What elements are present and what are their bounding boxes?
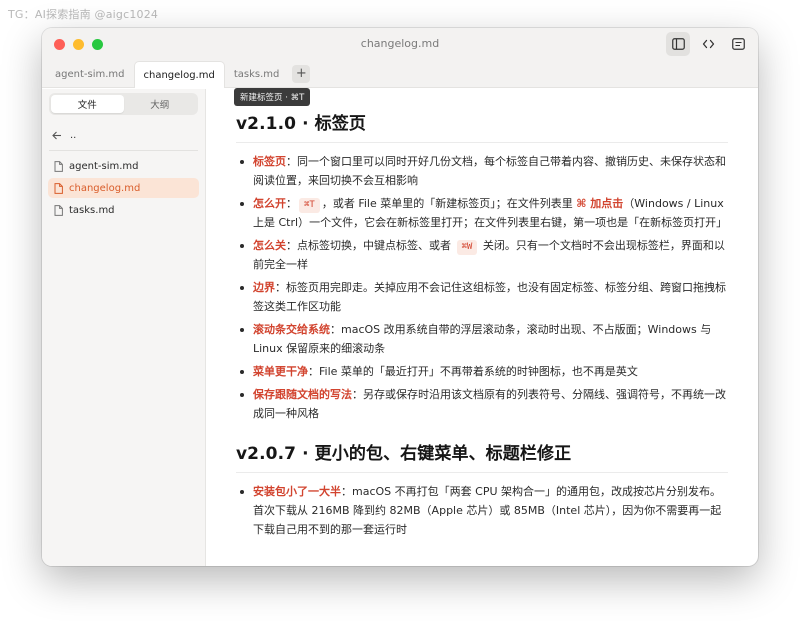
keyword-text: 怎么开 bbox=[253, 197, 286, 210]
zoom-window-button[interactable] bbox=[92, 39, 103, 50]
list-item: 怎么开： ⌘T ，或者 File 菜单里的「新建标签页」；在文件列表里 ⌘ 加点击（… bbox=[236, 194, 728, 232]
list-item: 保存跟随文档的写法：另存或保存时沿用该文档原有的列表符号、分隔线、强调符号，不再… bbox=[236, 385, 728, 423]
keyword-text: ⌘ 加点击 bbox=[576, 197, 624, 210]
new-tab-button[interactable]: + bbox=[292, 65, 311, 83]
shortcut-key: ⌘T bbox=[299, 198, 320, 213]
new-tab-tooltip: 新建标签页 · ⌘T bbox=[234, 88, 311, 106]
segment-outline[interactable]: 大纲 bbox=[124, 95, 197, 113]
tab-changelog[interactable]: changelog.md bbox=[133, 61, 225, 88]
code-view-button[interactable] bbox=[696, 32, 720, 56]
arrow-left-icon bbox=[52, 131, 61, 139]
file-item-label: changelog.md bbox=[69, 182, 141, 194]
body-text: ：标签页用完即走。关掉应用不会记住这组标签，也没有固定标签、标签分组、跨窗口拖拽… bbox=[253, 281, 726, 313]
file-item-agent-sim[interactable]: agent-sim.md bbox=[48, 156, 199, 176]
sidebar-toggle-button[interactable] bbox=[666, 32, 690, 56]
list-item: 滚动条交给系统：macOS 改用系统自带的浮层滚动条，滚动时出现、不占版面；Wi… bbox=[236, 320, 728, 358]
tab-agent-sim[interactable]: agent-sim.md bbox=[46, 61, 134, 87]
section-heading: v2.1.0 · 标签页 bbox=[236, 109, 728, 143]
keyword-text: 边界 bbox=[253, 281, 275, 294]
keyword-text: 安装包小了一大半 bbox=[253, 485, 341, 498]
sidebar: 文件 大纲 .. agent-sim.md changelog.md tasks… bbox=[42, 89, 206, 566]
document-icon bbox=[54, 182, 63, 194]
segment-files[interactable]: 文件 bbox=[51, 95, 124, 113]
body-text: ：点标签切换，中键点标签、或者 bbox=[286, 239, 455, 252]
keyword-text: 保存跟随文档的写法 bbox=[253, 388, 352, 401]
body-text: ：File 菜单的「最近打开」不再带着系统的时钟图标，也不再是英文 bbox=[308, 365, 638, 378]
list-item: 标签页：同一个窗口里可以同时开好几份文档，每个标签自己带着内容、撤销历史、未保存… bbox=[236, 152, 728, 190]
body-text: ： bbox=[286, 197, 297, 210]
minimize-window-button[interactable] bbox=[73, 39, 84, 50]
window-title: changelog.md bbox=[360, 37, 440, 50]
body-text: ，或者 File 菜单里的「新建标签页」；在文件列表里 bbox=[321, 197, 577, 210]
list-item: 边界：标签页用完即走。关掉应用不会记住这组标签，也没有固定标签、标签分组、跨窗口… bbox=[236, 278, 728, 316]
outline-panel-icon bbox=[731, 38, 745, 50]
file-item-changelog[interactable]: changelog.md bbox=[48, 178, 199, 198]
tab-label: tasks.md bbox=[233, 68, 280, 80]
watermark-text: TG：AI探索指南 @aigc1024 bbox=[8, 8, 159, 21]
title-bar: changelog.md bbox=[42, 28, 758, 60]
sidebar-toggle-icon bbox=[671, 38, 685, 50]
sidebar-divider bbox=[49, 150, 198, 151]
document-content[interactable]: v2.1.0 · 标签页 标签页：同一个窗口里可以同时开好几份文档，每个标签自己… bbox=[207, 89, 758, 566]
file-item-label: agent-sim.md bbox=[69, 160, 139, 172]
parent-directory-label: .. bbox=[70, 129, 77, 141]
tab-bar: agent-sim.md changelog.md tasks.md + bbox=[42, 60, 758, 88]
parent-directory-row[interactable]: .. bbox=[50, 125, 197, 145]
list-item: 菜单更干净：File 菜单的「最近打开」不再带着系统的时钟图标，也不再是英文 bbox=[236, 362, 728, 381]
list-item: 怎么关：点标签切换，中键点标签、或者 ⌘W 关闭。只有一个文档时不会出现标签栏，… bbox=[236, 236, 728, 274]
file-item-label: tasks.md bbox=[69, 204, 115, 216]
document-icon bbox=[54, 204, 63, 216]
window-controls bbox=[54, 39, 103, 50]
outline-panel-button[interactable] bbox=[726, 32, 750, 56]
keyword-text: 标签页 bbox=[253, 155, 286, 168]
changelog-list: 标签页：同一个窗口里可以同时开好几份文档，每个标签自己带着内容、撤销历史、未保存… bbox=[236, 152, 728, 423]
tab-label: changelog.md bbox=[143, 69, 215, 81]
keyword-text: 菜单更干净 bbox=[253, 365, 308, 378]
body-text: ：同一个窗口里可以同时开好几份文档，每个标签自己带着内容、撤销历史、未保存状态和… bbox=[253, 155, 726, 187]
list-item: 安装包小了一大半：macOS 不再打包「两套 CPU 架构合一」的通用包，改成按… bbox=[236, 482, 728, 539]
keyword-text: 滚动条交给系统 bbox=[253, 323, 330, 336]
file-item-tasks[interactable]: tasks.md bbox=[48, 200, 199, 220]
sidebar-segmented-control: 文件 大纲 bbox=[49, 93, 198, 115]
toolbar-icons bbox=[666, 32, 750, 56]
tab-tasks[interactable]: tasks.md bbox=[225, 61, 289, 87]
section-heading: v2.0.7 · 更小的包、右键菜单、标题栏修正 bbox=[236, 439, 728, 473]
keyword-text: 怎么关 bbox=[253, 239, 286, 252]
shortcut-key: ⌘W bbox=[456, 240, 478, 255]
app-window: changelog.md agent-sim.md changelog.md t… bbox=[42, 28, 758, 566]
changelog-list: 安装包小了一大半：macOS 不再打包「两套 CPU 架构合一」的通用包，改成按… bbox=[236, 482, 728, 539]
close-window-button[interactable] bbox=[54, 39, 65, 50]
tab-label: agent-sim.md bbox=[55, 68, 125, 80]
code-view-icon bbox=[702, 39, 714, 49]
document-icon bbox=[54, 160, 63, 172]
